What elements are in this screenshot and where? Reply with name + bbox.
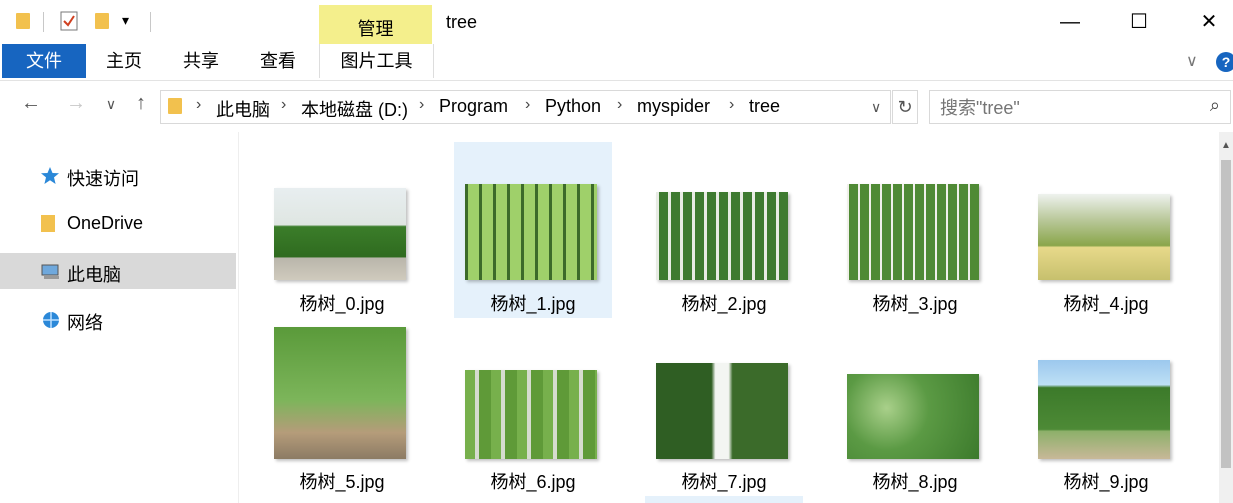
properties-icon[interactable] bbox=[60, 11, 78, 31]
file-name: 杨树_9.jpg bbox=[1063, 472, 1149, 492]
search-icon[interactable]: ⌕ bbox=[1210, 95, 1220, 116]
file-tile[interactable]: 杨树_3.jpg bbox=[836, 142, 994, 318]
tab-home[interactable]: 主页 bbox=[94, 44, 154, 78]
breadcrumb-python[interactable]: Python bbox=[545, 96, 601, 117]
breadcrumb-separator[interactable]: › bbox=[729, 96, 734, 114]
image-thumbnail bbox=[274, 188, 406, 280]
sidebar-item-this-pc[interactable]: 此电脑 bbox=[0, 253, 236, 289]
breadcrumb-separator[interactable]: › bbox=[419, 96, 424, 114]
sidebar-item-label: OneDrive bbox=[67, 213, 144, 233]
close-button[interactable]: ✕ bbox=[1186, 6, 1232, 38]
file-tile[interactable] bbox=[645, 496, 803, 503]
new-folder-icon[interactable] bbox=[95, 13, 109, 29]
folder-icon bbox=[168, 98, 182, 114]
sidebar-item-onedrive[interactable]: OneDrive bbox=[0, 205, 236, 241]
tab-share[interactable]: 共享 bbox=[171, 44, 231, 78]
file-tile[interactable]: 杨树_7.jpg bbox=[645, 320, 803, 496]
contextual-tab-group-manage[interactable]: 管理 bbox=[319, 5, 432, 44]
file-name: 杨树_7.jpg bbox=[681, 472, 767, 492]
breadcrumb-tree[interactable]: tree bbox=[749, 96, 780, 117]
file-tile[interactable]: 杨树_0.jpg bbox=[263, 142, 421, 318]
file-tile[interactable]: 杨树_1.jpg bbox=[454, 142, 612, 318]
divider bbox=[43, 12, 44, 32]
image-thumbnail bbox=[1038, 360, 1170, 459]
back-button[interactable]: ← bbox=[16, 92, 46, 115]
file-name: 杨树_2.jpg bbox=[681, 294, 767, 314]
file-tile[interactable]: 杨树_6.jpg bbox=[454, 320, 612, 496]
scroll-up-icon[interactable]: ▲ bbox=[1221, 140, 1231, 151]
file-name: 杨树_4.jpg bbox=[1063, 294, 1149, 314]
file-tile[interactable]: 杨树_5.jpg bbox=[263, 320, 421, 496]
image-thumbnail bbox=[1038, 194, 1170, 280]
sidebar-item-label: 此电脑 bbox=[67, 265, 121, 285]
file-name: 杨树_0.jpg bbox=[299, 294, 385, 314]
file-name: 杨树_3.jpg bbox=[872, 294, 958, 314]
breadcrumb-separator[interactable]: › bbox=[196, 96, 201, 114]
image-thumbnail bbox=[274, 327, 406, 459]
window-title: tree bbox=[446, 12, 478, 32]
expand-ribbon-icon[interactable]: ∨ bbox=[1186, 51, 1198, 71]
minimize-button[interactable]: — bbox=[1047, 6, 1093, 38]
breadcrumb-this-pc[interactable]: 此电脑 bbox=[216, 96, 270, 122]
scrollbar-thumb[interactable] bbox=[1221, 160, 1231, 468]
folder-icon bbox=[41, 215, 59, 232]
divider bbox=[150, 12, 151, 32]
breadcrumb-separator[interactable]: › bbox=[281, 96, 286, 114]
search-input[interactable] bbox=[938, 95, 1202, 121]
image-thumbnail bbox=[847, 374, 979, 459]
computer-icon bbox=[41, 263, 59, 280]
address-dropdown-icon[interactable]: ∨ bbox=[871, 99, 881, 116]
image-thumbnail bbox=[465, 370, 597, 459]
maximize-button[interactable]: ☐ bbox=[1116, 6, 1162, 38]
file-tile[interactable]: 杨树_9.jpg bbox=[1027, 320, 1185, 496]
help-icon[interactable]: ? bbox=[1216, 52, 1233, 72]
recent-locations-button[interactable]: ∨ bbox=[96, 96, 126, 113]
sidebar-item-network[interactable]: 网络 bbox=[0, 301, 236, 337]
customize-toolbar-icon[interactable]: ▾ bbox=[122, 12, 129, 29]
breadcrumb-program[interactable]: Program bbox=[439, 96, 508, 117]
search-box[interactable]: ⌕ bbox=[929, 90, 1231, 124]
breadcrumb-separator[interactable]: › bbox=[617, 96, 622, 114]
sidebar-item-label: 快速访问 bbox=[67, 169, 139, 189]
breadcrumb-myspider[interactable]: myspider bbox=[637, 96, 710, 117]
refresh-button[interactable]: ↻ bbox=[892, 90, 918, 124]
image-thumbnail bbox=[465, 184, 597, 280]
file-name: 杨树_8.jpg bbox=[872, 472, 958, 492]
tab-view[interactable]: 查看 bbox=[248, 44, 308, 78]
up-button[interactable]: ↑ bbox=[126, 92, 156, 115]
file-tile[interactable]: 杨树_2.jpg bbox=[645, 142, 803, 318]
breadcrumb-separator[interactable]: › bbox=[525, 96, 530, 114]
network-icon bbox=[41, 311, 59, 328]
sidebar-item-label: 网络 bbox=[67, 313, 103, 333]
image-thumbnail bbox=[656, 363, 788, 459]
file-name: 杨树_5.jpg bbox=[299, 472, 385, 492]
folder-icon[interactable] bbox=[16, 13, 30, 29]
file-tile[interactable]: 杨树_4.jpg bbox=[1027, 142, 1185, 318]
star-icon bbox=[41, 167, 59, 184]
forward-button[interactable]: → bbox=[61, 92, 91, 115]
image-thumbnail bbox=[656, 192, 788, 280]
tab-file[interactable]: 文件 bbox=[2, 44, 86, 78]
image-thumbnail bbox=[847, 184, 979, 280]
breadcrumb-local-disk[interactable]: 本地磁盘 (D:) bbox=[301, 96, 408, 122]
file-name: 杨树_1.jpg bbox=[490, 294, 576, 314]
file-tile[interactable]: 杨树_8.jpg bbox=[836, 320, 994, 496]
sidebar-item-quick-access[interactable]: 快速访问 bbox=[0, 157, 236, 193]
file-name: 杨树_6.jpg bbox=[490, 472, 576, 492]
tab-picture-tools[interactable]: 图片工具 bbox=[319, 44, 434, 78]
